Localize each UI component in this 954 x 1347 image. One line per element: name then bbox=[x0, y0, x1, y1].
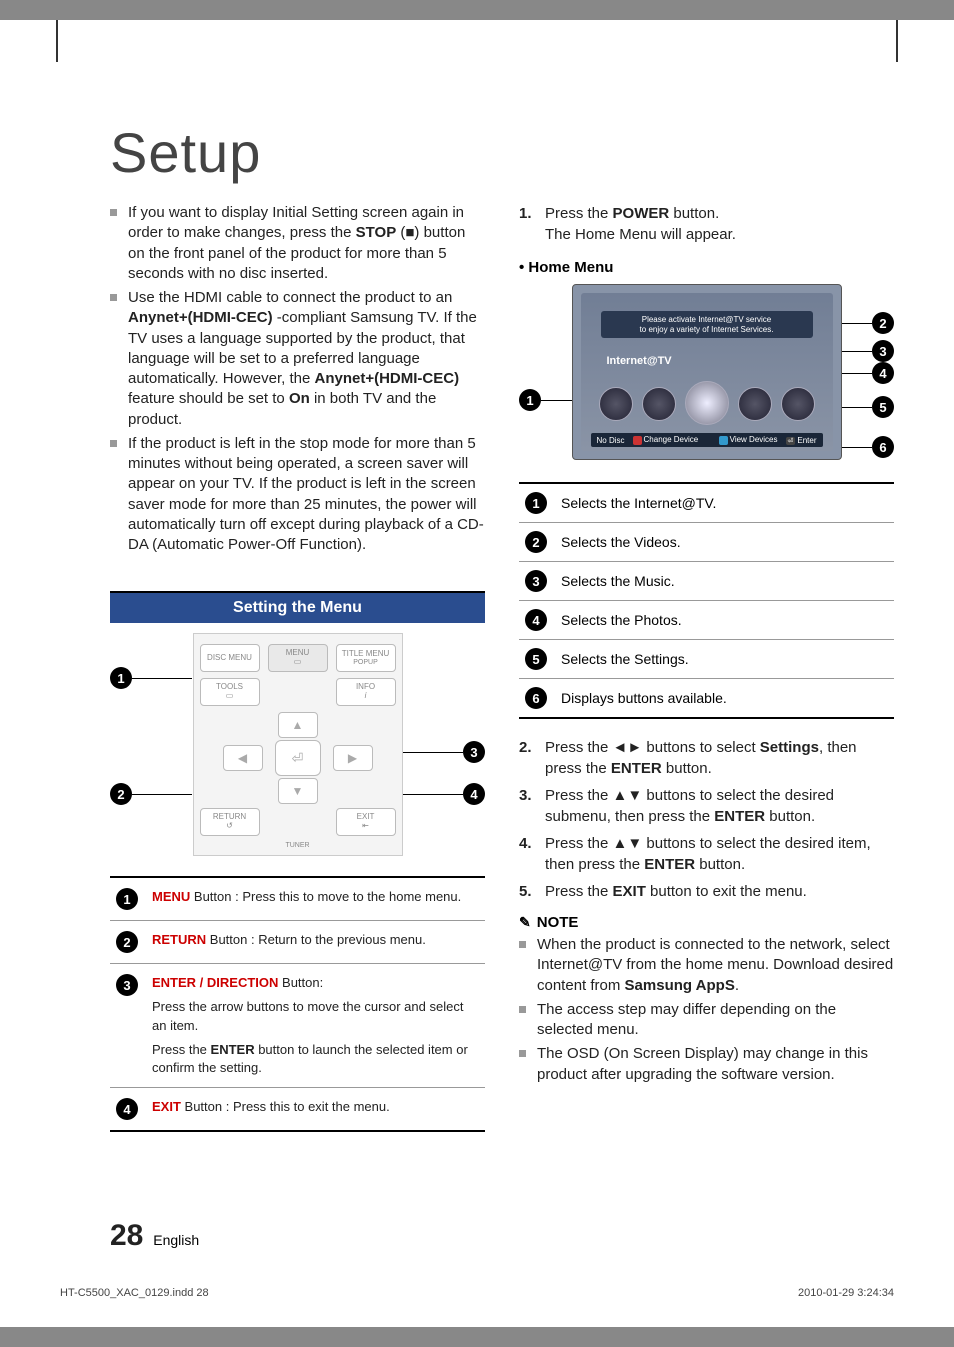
table-row: 5Selects the Settings. bbox=[519, 640, 894, 679]
step-4: Press the ▲▼ buttons to select the desir… bbox=[519, 833, 894, 875]
table-row: 4Selects the Photos. bbox=[519, 601, 894, 640]
text: If the product is left in the stop mode … bbox=[128, 435, 484, 553]
step-3: Press the ▲▼ buttons to select the desir… bbox=[519, 785, 894, 827]
tv-internet-icon bbox=[599, 387, 633, 421]
table-row: 2 RETURN Button : Return to the previous… bbox=[110, 921, 485, 964]
table-row: 4 EXIT Button : Press this to exit the m… bbox=[110, 1088, 485, 1130]
bar-nodisc: No Disc bbox=[597, 436, 625, 445]
dpad-up-icon: ▲ bbox=[278, 712, 318, 738]
left-column: If you want to display Initial Setting s… bbox=[110, 203, 485, 1132]
print-metadata: HT-C5500_XAC_0129.indd 28 2010-01-29 3:2… bbox=[60, 1287, 894, 1299]
step-5: Press the EXIT button to exit the menu. bbox=[519, 881, 894, 902]
table-row: 1Selects the Internet@TV. bbox=[519, 484, 894, 523]
tv-photos-icon bbox=[738, 387, 772, 421]
tv-button-bar: No Disc Change Device View Devices ⏎Ente… bbox=[591, 433, 823, 447]
callout-6: 6 bbox=[872, 436, 894, 458]
tv-banner: Please activate Internet@TV service to e… bbox=[601, 311, 813, 338]
callout-4: 4 bbox=[463, 783, 485, 805]
tv-internet-label: Internet@TV bbox=[607, 355, 672, 367]
remote-tools: TOOLS▭ bbox=[200, 678, 260, 706]
crop-mark bbox=[896, 20, 898, 62]
dpad-down-icon: ▼ bbox=[278, 778, 318, 804]
home-menu-table: 1Selects the Internet@TV. 2Selects the V… bbox=[519, 482, 894, 719]
section-heading: Setting the Menu bbox=[110, 591, 485, 623]
page-title: Setup bbox=[110, 120, 894, 185]
step-1: Press the POWER button. The Home Menu wi… bbox=[519, 203, 894, 245]
crop-mark bbox=[56, 20, 58, 62]
dpad-enter-icon: ⏎ bbox=[275, 740, 321, 776]
remote-table: 1 MENU Button : Press this to move to th… bbox=[110, 876, 485, 1132]
step-2: Press the ◄► buttons to select Settings,… bbox=[519, 737, 894, 779]
remote-info: INFOi bbox=[336, 678, 396, 706]
text: Use the HDMI cable to connect the produc… bbox=[128, 289, 452, 306]
tv-settings-icon bbox=[781, 387, 815, 421]
dpad-left-icon: ◀ bbox=[223, 745, 263, 771]
callout-2: 2 bbox=[110, 783, 132, 805]
page-language: English bbox=[153, 1232, 199, 1248]
table-row: 3 ENTER / DIRECTION Button: Press the ar… bbox=[110, 964, 485, 1088]
bullet-item: Use the HDMI cable to connect the produc… bbox=[110, 288, 485, 430]
remote-exit: EXIT⇤ bbox=[336, 808, 396, 836]
table-row: 1 MENU Button : Press this to move to th… bbox=[110, 878, 485, 921]
table-row: 6Displays buttons available. bbox=[519, 679, 894, 717]
tv-videos-icon bbox=[642, 387, 676, 421]
remote-diagram: DISC MENU MENU▭ TITLE MENU POPUP TOOLS▭ … bbox=[193, 633, 403, 856]
meta-timestamp: 2010-01-29 3:24:34 bbox=[798, 1287, 894, 1299]
remote-return: RETURN↺ bbox=[200, 808, 260, 836]
text-bold: On bbox=[289, 390, 310, 407]
table-row: 2Selects the Videos. bbox=[519, 523, 894, 562]
tv-music-icon bbox=[685, 381, 729, 425]
text-bold: STOP bbox=[356, 224, 397, 241]
bullet-item: If the product is left in the stop mode … bbox=[110, 434, 485, 556]
remote-disc-menu: DISC MENU bbox=[200, 644, 260, 672]
manual-page: Setup If you want to display Initial Set… bbox=[0, 20, 954, 1327]
remote-title-menu: TITLE MENU POPUP bbox=[336, 644, 396, 672]
home-menu-heading: Home Menu bbox=[519, 259, 894, 276]
note-item: When the product is connected to the net… bbox=[519, 935, 894, 996]
callout-2: 2 bbox=[872, 312, 894, 334]
remote-tuner-label: TUNER bbox=[200, 842, 396, 849]
note-item: The access step may differ depending on … bbox=[519, 1000, 894, 1041]
dpad-right-icon: ▶ bbox=[333, 745, 373, 771]
note-heading: ✎ NOTE bbox=[519, 914, 894, 931]
text-bold: Anynet+(HDMI-CEC) bbox=[314, 370, 459, 387]
callout-3: 3 bbox=[872, 340, 894, 362]
remote-menu: MENU▭ bbox=[268, 644, 328, 672]
note-item: The OSD (On Screen Display) may change i… bbox=[519, 1044, 894, 1085]
text: Press the arrow buttons to move the curs… bbox=[152, 998, 479, 1034]
tv-diagram: Please activate Internet@TV service to e… bbox=[572, 284, 842, 460]
callout-4: 4 bbox=[872, 362, 894, 384]
callout-5: 5 bbox=[872, 396, 894, 418]
note-icon: ✎ bbox=[519, 914, 531, 931]
callout-3: 3 bbox=[463, 741, 485, 763]
bullet-item: If you want to display Initial Setting s… bbox=[110, 203, 485, 284]
right-column: Press the POWER button. The Home Menu wi… bbox=[519, 203, 894, 1132]
table-row: 3Selects the Music. bbox=[519, 562, 894, 601]
page-number: 28 bbox=[110, 1219, 143, 1252]
page-footer: 28 English bbox=[110, 1219, 199, 1253]
meta-filename: HT-C5500_XAC_0129.indd 28 bbox=[60, 1287, 209, 1299]
callout-1: 1 bbox=[110, 667, 132, 689]
callout-1: 1 bbox=[519, 389, 541, 411]
text-bold: Anynet+(HDMI-CEC) bbox=[128, 309, 273, 326]
text: feature should be set to bbox=[128, 390, 289, 407]
